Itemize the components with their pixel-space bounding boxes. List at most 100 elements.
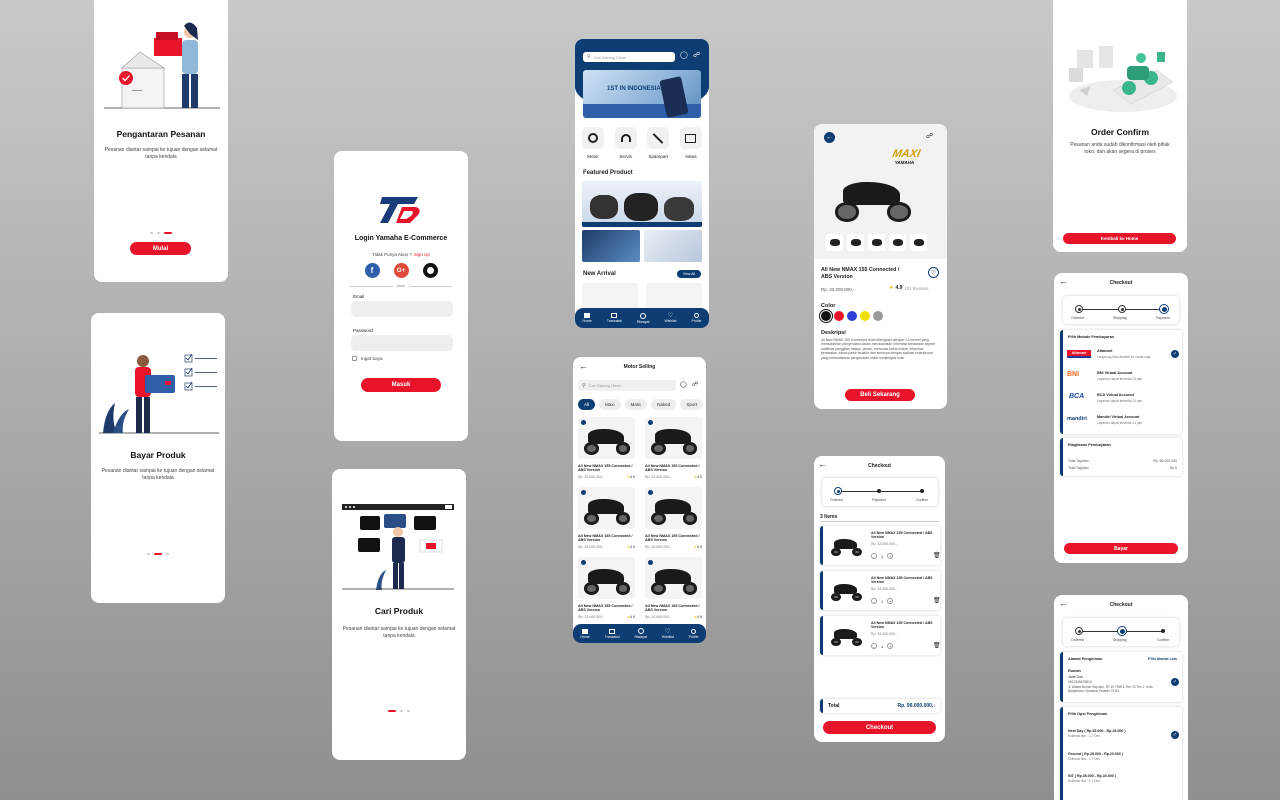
thumbnail[interactable] xyxy=(847,234,864,251)
promo-banner[interactable]: 1ST IN INDONESIA xyxy=(583,70,701,118)
minus-button[interactable]: - xyxy=(871,553,877,559)
wishlist-icon[interactable] xyxy=(648,420,653,425)
shipping-option[interactable]: Next Day ( Rp.35.000 - Rp.28.000 ) Estim… xyxy=(1068,729,1180,745)
color-swatch[interactable] xyxy=(860,311,870,321)
thumbnail[interactable] xyxy=(910,234,927,251)
nav-home[interactable]: Home xyxy=(580,628,590,639)
buy-now-button[interactable]: Beli Sekarang xyxy=(845,389,915,401)
facebook-icon[interactable]: f xyxy=(364,263,380,278)
wishlist-icon[interactable] xyxy=(648,490,653,495)
featured-banner-3[interactable] xyxy=(644,230,702,262)
onboard-description: Pesanan diantar sampai ke tujuan dengan … xyxy=(104,147,218,160)
nav-wishlist[interactable]: ♡ Wishlist xyxy=(662,629,674,639)
category-news[interactable]: News xyxy=(679,127,703,159)
search-bar[interactable]: ⚲ Cari Barang Disini xyxy=(578,380,676,391)
color-swatch[interactable] xyxy=(819,309,833,323)
pay-button[interactable]: Bayar xyxy=(1064,543,1178,554)
category-motor[interactable]: Motor xyxy=(581,127,605,159)
thumbnail[interactable] xyxy=(826,234,843,251)
minus-button[interactable]: - xyxy=(871,598,877,604)
wishlist-icon[interactable] xyxy=(581,560,586,565)
quantity-value: 1 xyxy=(881,643,884,649)
minus-button[interactable]: - xyxy=(871,643,877,649)
nav-wishlist[interactable]: ♡ Wishlist xyxy=(664,313,676,323)
thumbnail[interactable] xyxy=(868,234,885,251)
product-card[interactable]: All New NMAX 155 Connected / ABS Version… xyxy=(645,487,702,555)
shipping-option[interactable]: Ground ( Rp.25.000 - Rp.20.000 ) Estimas… xyxy=(1068,752,1180,768)
address-name: Jane Doe xyxy=(1068,675,1083,679)
cart-icon[interactable]: ☍ xyxy=(692,381,698,388)
trash-icon[interactable]: 🗑 xyxy=(933,642,941,649)
nav-riwayat[interactable]: Riwayat xyxy=(634,628,647,639)
product-card[interactable]: All New NMAX 155 Connected / ABS Version… xyxy=(645,417,702,485)
start-button[interactable]: Mulai xyxy=(130,242,191,255)
back-button[interactable]: ← xyxy=(824,132,835,143)
product-card[interactable]: All New NMAX 155 Connected / ABS Version… xyxy=(578,557,635,625)
step-dot xyxy=(1161,629,1165,633)
bell-icon[interactable]: ◯ xyxy=(680,51,688,59)
search-bar[interactable]: ⚲ Cari Barang Disini xyxy=(583,52,675,62)
payment-summary-panel: Ringkasan Pembayaran Total Tagihan Rp. 9… xyxy=(1060,438,1182,476)
remember-me[interactable]: Ingat Saya xyxy=(352,356,383,361)
wishlist-icon[interactable] xyxy=(581,490,586,495)
filter-chip[interactable]: Matic xyxy=(624,399,648,410)
filter-chip[interactable]: Naked xyxy=(651,399,677,410)
payment-option[interactable]: Alfamart Alfamart Langsung bisa diambil … xyxy=(1067,346,1179,366)
back-home-button[interactable]: Kembali ke Home xyxy=(1063,233,1176,244)
color-swatch[interactable] xyxy=(847,311,857,321)
payment-option[interactable]: BCA BCA Virtual Account Layanan dapat te… xyxy=(1067,390,1179,410)
cart-icon[interactable]: ☍ xyxy=(693,51,700,59)
featured-banner-2[interactable] xyxy=(582,230,640,262)
nav-transaksi[interactable]: Transaksi xyxy=(605,628,620,639)
bell-icon[interactable]: ◯ xyxy=(680,381,687,388)
nav-profile[interactable]: Profile xyxy=(692,313,701,323)
plus-button[interactable]: + xyxy=(887,643,894,649)
product-card[interactable]: All New NMAX 155 Connected / ABS Version… xyxy=(578,487,635,555)
trash-icon[interactable]: 🗑 xyxy=(933,597,941,604)
quantity-stepper[interactable]: -1 + xyxy=(871,553,894,559)
payment-option[interactable]: BNI BNI Virtual Account Layanan dapat te… xyxy=(1067,368,1179,388)
wishlist-icon[interactable] xyxy=(581,420,586,425)
section-label: Pilih Metode Pembayaran xyxy=(1068,335,1114,339)
payment-name: BNI Virtual Account xyxy=(1097,371,1133,375)
trash-icon[interactable]: 🗑 xyxy=(933,552,941,559)
quantity-stepper[interactable]: -1 + xyxy=(871,643,894,649)
color-swatch[interactable] xyxy=(834,311,844,321)
plus-button[interactable]: + xyxy=(887,598,894,604)
filter-chip[interactable]: All xyxy=(578,399,596,410)
cart-icon[interactable]: ☍ xyxy=(926,132,933,140)
rating-value: 4.9 xyxy=(895,285,903,291)
check-icon: ✓ xyxy=(1171,731,1179,739)
github-icon[interactable] xyxy=(422,263,438,278)
category-sparepart[interactable]: Sparepart xyxy=(646,127,670,159)
wishlist-button[interactable]: ♡ xyxy=(928,267,939,278)
search-icon: ⚲ xyxy=(582,382,586,389)
signup-link[interactable]: Sign Up xyxy=(414,252,430,257)
product-card[interactable]: All New NMAX 155 Connected / ABS Version… xyxy=(645,557,702,625)
plus-button[interactable]: + xyxy=(887,553,894,559)
wishlist-icon[interactable] xyxy=(648,560,653,565)
quantity-stepper[interactable]: -1 + xyxy=(871,598,894,604)
shipping-option[interactable]: INT ( Rp.35.000 - Rp.30.000 ) Estimasi t… xyxy=(1068,774,1180,790)
product-card[interactable]: All New NMAX 155 Connected / ABS Version… xyxy=(578,417,635,485)
filter-chip[interactable]: Maxi xyxy=(599,399,621,410)
login-button[interactable]: Masuk xyxy=(361,378,441,392)
cart-item: All New NMAX 155 Connected / ABS Version… xyxy=(820,616,941,655)
remember-checkbox[interactable] xyxy=(352,356,357,361)
color-swatch[interactable] xyxy=(873,311,883,321)
nav-riwayat[interactable]: Riwayat xyxy=(637,312,649,324)
view-all-button[interactable]: View All xyxy=(677,270,701,278)
change-address-link[interactable]: Pilih Alamat Lain xyxy=(1148,657,1177,661)
nav-home[interactable]: Home xyxy=(583,313,592,323)
password-field[interactable] xyxy=(351,335,453,351)
email-field[interactable] xyxy=(351,301,453,317)
payment-option[interactable]: mandiri Mandiri Virtual Account Layanan … xyxy=(1067,412,1179,432)
featured-banner-1[interactable] xyxy=(582,181,702,227)
nav-transaksi[interactable]: Transaksi xyxy=(607,313,622,323)
checkout-button[interactable]: Checkout xyxy=(823,721,936,734)
thumbnail[interactable] xyxy=(889,234,906,251)
category-servis[interactable]: Servis xyxy=(614,127,638,159)
filter-chip[interactable]: Sport xyxy=(680,399,704,410)
nav-profile[interactable]: Profile xyxy=(689,628,699,639)
google-plus-icon[interactable]: G+ xyxy=(393,263,409,278)
